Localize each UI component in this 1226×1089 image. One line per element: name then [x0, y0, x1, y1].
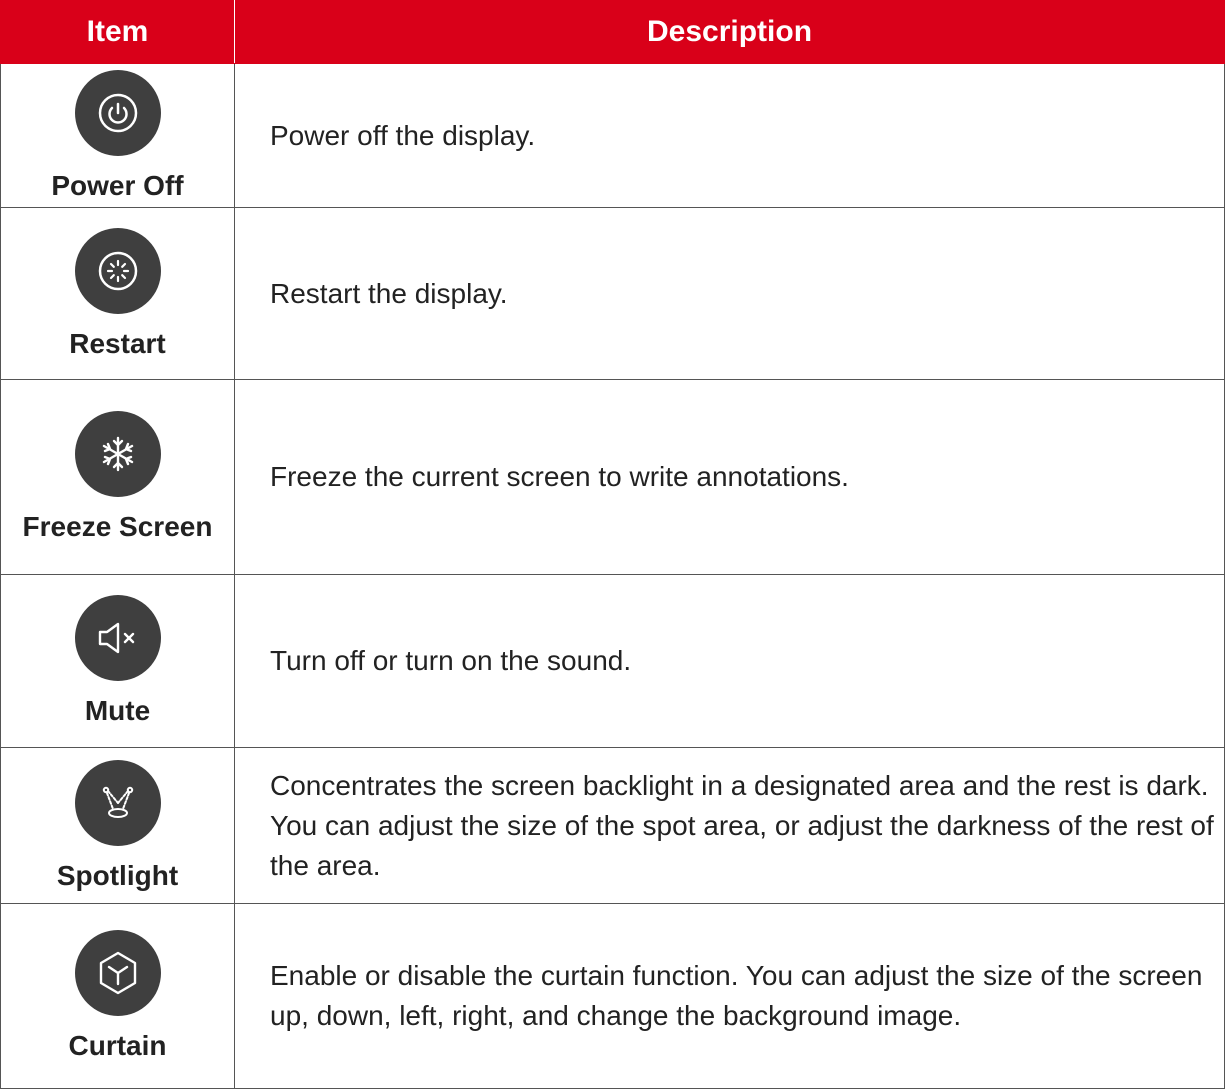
restart-icon — [74, 227, 161, 314]
item-name: Spotlight — [56, 859, 179, 891]
item-cell: Curtain — [0, 903, 235, 1089]
item-cell: Restart — [0, 207, 235, 380]
item-name: Mute — [84, 695, 151, 726]
snowflake-icon — [74, 411, 161, 497]
table-row: Restart Restart the display. — [0, 207, 1225, 380]
item-name: Power Off — [51, 169, 184, 201]
power-icon — [74, 69, 161, 156]
item-name: Restart — [69, 327, 166, 359]
item-description: Concentrates the screen backlight in a d… — [234, 747, 1225, 904]
spotlight-icon — [74, 759, 161, 846]
item-description: Freeze the current screen to write annot… — [234, 379, 1225, 575]
cube-icon — [74, 930, 161, 1016]
header-item: Item — [0, 0, 235, 64]
item-name: Freeze Screen — [22, 511, 213, 542]
item-description: Turn off or turn on the sound. — [234, 574, 1225, 748]
item-cell: Freeze Screen — [0, 379, 235, 575]
table-row: Curtain Enable or disable the curtain fu… — [0, 903, 1225, 1089]
function-table: Item Description Power Off Power off the… — [0, 0, 1225, 1089]
mute-speaker-icon — [74, 595, 161, 681]
item-name: Curtain — [68, 1030, 167, 1061]
item-description: Power off the display. — [234, 63, 1225, 208]
item-description: Enable or disable the curtain function. … — [234, 903, 1225, 1089]
item-cell: Power Off — [0, 63, 235, 208]
table-row: Freeze Screen Freeze the current screen … — [0, 379, 1225, 575]
table-header-row: Item Description — [0, 0, 1225, 64]
table-row: Spotlight Concentrates the screen backli… — [0, 747, 1225, 904]
table-row: Mute Turn off or turn on the sound. — [0, 574, 1225, 748]
item-description: Restart the display. — [234, 207, 1225, 380]
item-cell: Spotlight — [0, 747, 235, 904]
item-cell: Mute — [0, 574, 235, 748]
table-row: Power Off Power off the display. — [0, 63, 1225, 208]
header-description: Description — [234, 0, 1225, 64]
